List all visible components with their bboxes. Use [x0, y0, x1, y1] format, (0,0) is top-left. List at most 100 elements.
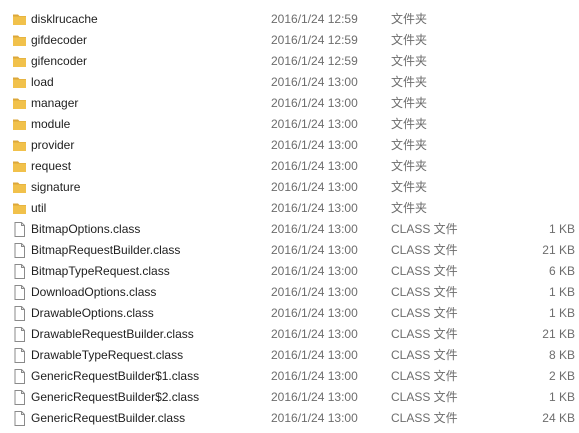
item-modified-date: 2016/1/24 13:00 — [271, 138, 358, 152]
folder-icon — [12, 117, 27, 132]
item-name[interactable]: GenericRequestBuilder.class — [31, 408, 185, 429]
item-name[interactable]: signature — [31, 177, 80, 198]
item-name[interactable]: manager — [31, 93, 78, 114]
item-type: CLASS 文件 — [391, 243, 458, 257]
folder-row[interactable]: manager 2016/1/24 13:00 文件夹 — [0, 93, 579, 114]
file-icon — [12, 222, 27, 237]
file-icon — [12, 369, 27, 384]
item-type: 文件夹 — [391, 201, 428, 215]
item-type: CLASS 文件 — [391, 348, 458, 362]
item-name[interactable]: request — [31, 156, 71, 177]
item-type: CLASS 文件 — [391, 411, 458, 425]
folder-icon — [12, 201, 27, 216]
item-modified-date: 2016/1/24 13:00 — [271, 117, 358, 131]
item-type: 文件夹 — [391, 117, 428, 131]
item-modified-date: 2016/1/24 13:00 — [271, 243, 358, 257]
item-name[interactable]: GenericRequestBuilder$2.class — [31, 387, 199, 408]
file-icon — [12, 264, 27, 279]
item-size: 8 KB — [548, 348, 575, 362]
folder-row[interactable]: gifencoder 2016/1/24 12:59 文件夹 — [0, 51, 579, 72]
folder-row[interactable]: gifdecoder 2016/1/24 12:59 文件夹 — [0, 30, 579, 51]
item-type: CLASS 文件 — [391, 285, 458, 299]
folder-icon — [12, 180, 27, 195]
file-row[interactable]: BitmapOptions.class 2016/1/24 13:00 CLASS … — [0, 219, 579, 240]
item-name[interactable]: GenericRequestBuilder$1.class — [31, 366, 199, 387]
file-icon — [12, 411, 27, 426]
item-modified-date: 2016/1/24 13:00 — [271, 411, 358, 425]
item-type: CLASS 文件 — [391, 327, 458, 341]
item-type: CLASS 文件 — [391, 306, 458, 320]
folder-row[interactable]: util 2016/1/24 13:00 文件夹 — [0, 198, 579, 219]
folder-icon — [12, 33, 27, 48]
item-modified-date: 2016/1/24 13:00 — [271, 75, 358, 89]
folder-row[interactable]: signature 2016/1/24 13:00 文件夹 — [0, 177, 579, 198]
item-name[interactable]: DrawableTypeRequest.class — [31, 345, 183, 366]
item-type: CLASS 文件 — [391, 369, 458, 383]
item-size: 2 KB — [548, 369, 575, 383]
folder-icon — [12, 159, 27, 174]
folder-icon — [12, 138, 27, 153]
file-icon — [12, 327, 27, 342]
file-row[interactable]: DrawableOptions.class 2016/1/24 13:00 CLAS… — [0, 303, 579, 324]
item-name[interactable]: module — [31, 114, 70, 135]
item-name[interactable]: BitmapOptions.class — [31, 219, 140, 240]
folder-icon — [12, 54, 27, 69]
item-name[interactable]: DownloadOptions.class — [31, 282, 156, 303]
folder-row[interactable]: module 2016/1/24 13:00 文件夹 — [0, 114, 579, 135]
item-type: 文件夹 — [391, 12, 428, 26]
file-icon — [12, 285, 27, 300]
item-name[interactable]: provider — [31, 135, 74, 156]
item-type: CLASS 文件 — [391, 222, 458, 236]
item-modified-date: 2016/1/24 12:59 — [271, 54, 358, 68]
item-name[interactable]: load — [31, 72, 54, 93]
folder-row[interactable]: request 2016/1/24 13:00 文件夹 — [0, 156, 579, 177]
item-modified-date: 2016/1/24 13:00 — [271, 264, 358, 278]
file-icon — [12, 306, 27, 321]
folder-row[interactable]: load 2016/1/24 13:00 文件夹 — [0, 72, 579, 93]
folder-icon — [12, 12, 27, 27]
item-name[interactable]: DrawableRequestBuilder.class — [31, 324, 194, 345]
item-size: 1 KB — [548, 222, 575, 236]
file-row[interactable]: GenericRequestBuilder$1.class 2016/1/24 1… — [0, 366, 579, 387]
file-row[interactable]: DrawableRequestBuilder.class 2016/1/24 13… — [0, 324, 579, 345]
item-size: 6 KB — [548, 264, 575, 278]
item-name[interactable]: util — [31, 198, 46, 219]
item-size: 1 KB — [548, 390, 575, 404]
item-name[interactable]: DrawableOptions.class — [31, 303, 154, 324]
item-modified-date: 2016/1/24 13:00 — [271, 348, 358, 362]
folder-row[interactable]: provider 2016/1/24 13:00 文件夹 — [0, 135, 579, 156]
item-name[interactable]: BitmapTypeRequest.class — [31, 261, 170, 282]
item-modified-date: 2016/1/24 13:00 — [271, 96, 358, 110]
item-name[interactable]: BitmapRequestBuilder.class — [31, 240, 180, 261]
item-modified-date: 2016/1/24 13:00 — [271, 327, 358, 341]
file-row[interactable]: BitmapRequestBuilder.class 2016/1/24 13:0… — [0, 240, 579, 261]
item-type: 文件夹 — [391, 33, 428, 47]
file-row[interactable]: GenericRequestBuilder$2.class 2016/1/24 1… — [0, 387, 579, 408]
item-size: 1 KB — [548, 306, 575, 320]
folder-icon — [12, 96, 27, 111]
folder-row[interactable]: disklrucache 2016/1/24 12:59 文件夹 — [0, 9, 579, 30]
file-row[interactable]: GenericRequestBuilder.class 2016/1/24 13:… — [0, 408, 579, 429]
file-icon — [12, 348, 27, 363]
item-modified-date: 2016/1/24 13:00 — [271, 390, 358, 404]
item-size: 21 KB — [542, 327, 575, 341]
item-size: 24 KB — [542, 411, 575, 425]
file-row[interactable]: BitmapTypeRequest.class 2016/1/24 13:00 CL… — [0, 261, 579, 282]
item-modified-date: 2016/1/24 13:00 — [271, 201, 358, 215]
item-type: CLASS 文件 — [391, 264, 458, 278]
item-type: 文件夹 — [391, 54, 428, 68]
file-list: disklrucache 2016/1/24 12:59 文件夹 gifdecoder… — [0, 0, 579, 430]
item-name[interactable]: disklrucache — [31, 9, 98, 30]
item-type: 文件夹 — [391, 96, 428, 110]
item-type: 文件夹 — [391, 180, 428, 194]
item-name[interactable]: gifdecoder — [31, 30, 87, 51]
item-type: 文件夹 — [391, 159, 428, 173]
file-row[interactable]: DownloadOptions.class 2016/1/24 13:00 CLAS… — [0, 282, 579, 303]
file-row[interactable]: DrawableTypeRequest.class 2016/1/24 13:00… — [0, 345, 579, 366]
item-modified-date: 2016/1/24 13:00 — [271, 306, 358, 320]
item-modified-date: 2016/1/24 12:59 — [271, 33, 358, 47]
item-modified-date: 2016/1/24 13:00 — [271, 159, 358, 173]
item-type: CLASS 文件 — [391, 390, 458, 404]
item-name[interactable]: gifencoder — [31, 51, 87, 72]
item-size: 21 KB — [542, 243, 575, 257]
